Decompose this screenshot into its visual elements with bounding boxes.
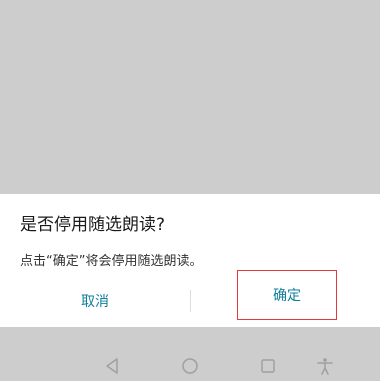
back-triangle-icon[interactable] [103,357,121,375]
screen: 是否停用随选朗读? 点击“确定”将会停用随选朗读。 取消 确定 [0,0,380,381]
dialog-title: 是否停用随选朗读? [20,215,166,235]
cancel-button[interactable]: 取消 [0,286,190,316]
disable-select-to-speak-dialog: 是否停用随选朗读? 点击“确定”将会停用随选朗读。 取消 确定 [0,194,380,327]
accessibility-icon[interactable] [316,357,334,375]
home-circle-icon[interactable] [181,357,199,375]
dialog-message: 点击“确定”将会停用随选朗读。 [20,254,203,269]
navigation-bar [0,349,380,381]
recent-square-icon[interactable] [259,357,277,375]
button-divider [190,290,191,312]
confirm-button[interactable]: 确定 [237,270,337,320]
